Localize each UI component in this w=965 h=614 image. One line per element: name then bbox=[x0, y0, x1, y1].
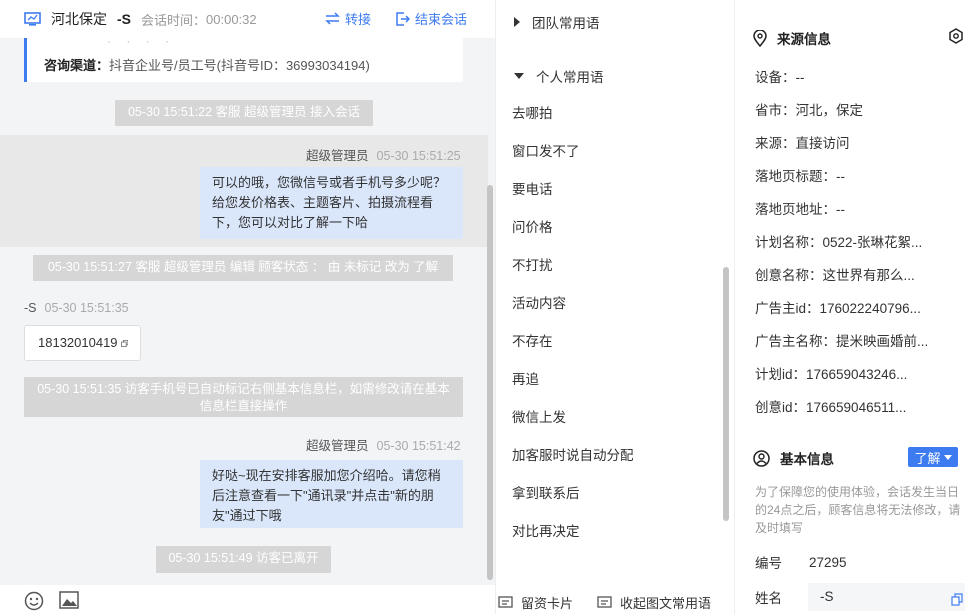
source-info-list: 设备：-- 省市：河北，保定 来源：直接访问 落地页标题：-- 落地页地址：--… bbox=[755, 66, 928, 429]
location-pin-icon bbox=[753, 29, 767, 47]
phrase-item[interactable]: 加客服时说自动分配 bbox=[512, 447, 634, 485]
info-plan-name: 计划名称：0522-张琳花絮... bbox=[755, 235, 923, 250]
agent-message-bubble: 可以的哦，您微信号或者手机号多少呢？给您发价格表、主题客片、拍摄流程看下，您可以… bbox=[200, 167, 463, 239]
message-time: 05-30 15:51:25 bbox=[376, 149, 461, 163]
visitor-location: 河北保定 bbox=[51, 11, 107, 27]
session-timer: 00:00:32 bbox=[206, 11, 257, 27]
user-icon bbox=[753, 449, 770, 467]
message-meta: -S 05-30 15:51:35 bbox=[24, 301, 129, 315]
quick-phrases-pane: 团队常用语 个人常用语 去哪拍 窗口发不了 要电话 问价格 不打扰 活动内容 不… bbox=[495, 0, 735, 614]
chat-input-toolbar bbox=[0, 585, 495, 614]
phrase-item[interactable]: 不存在 bbox=[512, 333, 634, 371]
basic-info-label: 基本信息 bbox=[780, 452, 834, 467]
phone-number: 18132010419 bbox=[38, 335, 118, 350]
phrase-scrollbar[interactable] bbox=[723, 267, 729, 521]
sender-name: 超级管理员 bbox=[306, 149, 369, 163]
edit-notice: 为了保障您的使用体验，会话发生当日的24点之后，顾客信息将无法修改，请及时填写 bbox=[755, 485, 961, 535]
lead-card-button[interactable]: 留资卡片 bbox=[498, 593, 573, 612]
phrase-item[interactable]: 拿到联系后 bbox=[512, 485, 634, 523]
message-meta: 超级管理员 05-30 15:51:25 bbox=[306, 145, 461, 164]
chat-workspace: 河北保定 -S 会话时间： 00:00:32 转接 结束会话 · · · · 咨… bbox=[0, 0, 965, 614]
info-advertiser-name: 广告主名称：提米映画婚前... bbox=[755, 334, 929, 349]
team-phrases-label: 团队常用语 bbox=[532, 16, 600, 31]
system-message: 05-30 15:51:22 客服 超级管理员 接入会话 bbox=[115, 100, 373, 126]
chevron-down-icon bbox=[943, 454, 952, 460]
customer-id-label: 编号 bbox=[755, 556, 782, 571]
system-message: 05-30 15:51:35 访客手机号已自动标记右侧基本信息栏，如需修改请在基… bbox=[24, 377, 463, 417]
system-message: 05-30 15:51:27 客服 超级管理员 编辑 顾客状态 ： 由 未标记 … bbox=[33, 255, 453, 281]
collapse-phrases-label: 收起图文常用语 bbox=[620, 595, 712, 611]
settings-icon[interactable] bbox=[949, 28, 963, 44]
sender-name: 超级管理员 bbox=[306, 439, 369, 453]
phrase-item[interactable]: 不打扰 bbox=[512, 257, 634, 295]
phrase-item[interactable]: 问价格 bbox=[512, 219, 634, 257]
agent-message-bubble: 好哒~现在安排客服加您介绍哈。请您稍后注意查看一下"通讯录"并点击"新的朋友"通… bbox=[200, 460, 463, 528]
visitor-info-pane: 来源信息 设备：-- 省市：河北，保定 来源：直接访问 落地页标题：-- 落地页… bbox=[735, 0, 965, 614]
collapse-phrases-button[interactable]: 收起图文常用语 bbox=[597, 593, 711, 612]
card-icon bbox=[498, 596, 513, 608]
message-meta: 超级管理员 05-30 15:51:42 bbox=[306, 435, 461, 454]
info-landing-title: 落地页标题：-- bbox=[755, 169, 845, 184]
lead-card-label: 留资卡片 bbox=[521, 595, 574, 611]
phrase-item[interactable]: 窗口发不了 bbox=[512, 143, 634, 181]
system-message: 05-30 15:51:49 访客已离开 bbox=[156, 546, 331, 573]
image-icon[interactable] bbox=[59, 591, 79, 609]
team-phrases-group[interactable]: 团队常用语 bbox=[514, 12, 600, 32]
basic-info-title: 基本信息 bbox=[753, 448, 834, 468]
end-session-button[interactable]: 结束会话 bbox=[396, 9, 467, 28]
phrase-item[interactable]: 再追 bbox=[512, 371, 634, 409]
consult-channel-row: 咨询渠道：抖音企业号/员工号(抖音号ID：36993034194) bbox=[44, 55, 370, 74]
phrase-item[interactable]: 对比再决定 bbox=[512, 523, 634, 561]
chat-pane: 河北保定 -S 会话时间： 00:00:32 转接 结束会话 · · · · 咨… bbox=[0, 0, 495, 614]
consult-channel-label: 咨询渠道： bbox=[44, 58, 110, 73]
personal-phrases-group[interactable]: 个人常用语 bbox=[514, 66, 604, 86]
transfer-button[interactable]: 转接 bbox=[325, 9, 371, 28]
info-region: 省市：河北，保定 bbox=[755, 103, 863, 118]
customer-id-field: 编号 27295 bbox=[755, 552, 847, 572]
info-creative-id: 创意id：176659046511... bbox=[755, 400, 907, 415]
transfer-icon bbox=[325, 12, 340, 25]
copy-icon[interactable] bbox=[120, 337, 128, 350]
card-icon bbox=[597, 596, 612, 608]
caret-down-icon bbox=[514, 73, 524, 79]
message-time: 05-30 15:51:35 bbox=[44, 301, 129, 315]
source-info-label: 来源信息 bbox=[777, 32, 831, 47]
copy-icon[interactable] bbox=[951, 593, 963, 606]
sender-name: -S bbox=[24, 301, 37, 315]
customer-id-value: 27295 bbox=[809, 554, 847, 570]
phrase-item[interactable]: 要电话 bbox=[512, 181, 634, 219]
exit-icon bbox=[396, 11, 410, 26]
consult-channel-value: 抖音企业号/员工号(抖音号ID：36993034194) bbox=[109, 58, 370, 73]
info-creative-name: 创意名称：这世界有那么... bbox=[755, 268, 915, 283]
phrase-list: 去哪拍 窗口发不了 要电话 问价格 不打扰 活动内容 不存在 再追 微信上发 加… bbox=[512, 105, 634, 561]
phrase-footer: 留资卡片 收起图文常用语 bbox=[496, 590, 736, 614]
info-device: 设备：-- bbox=[755, 70, 805, 85]
transfer-label: 转接 bbox=[345, 12, 372, 27]
chat-header: 河北保定 -S 会话时间： 00:00:32 转接 结束会话 bbox=[0, 0, 495, 38]
customer-status-dropdown[interactable]: 了解 bbox=[908, 447, 958, 467]
caret-right-icon bbox=[514, 17, 520, 27]
customer-name-field: 姓名 -S bbox=[755, 583, 965, 611]
customer-name-label: 姓名 bbox=[755, 591, 782, 606]
info-plan-id: 计划id：176659043246... bbox=[755, 367, 908, 382]
visitor-name: -S bbox=[117, 11, 131, 27]
personal-phrases-label: 个人常用语 bbox=[536, 70, 604, 85]
consult-channel-card: · · · · 咨询渠道：抖音企业号/员工号(抖音号ID：36993034194… bbox=[24, 34, 463, 82]
info-advertiser-id: 广告主id：176022240796... bbox=[755, 301, 921, 316]
phrase-item[interactable]: 去哪拍 bbox=[512, 105, 634, 143]
chat-scrollbar[interactable] bbox=[487, 185, 493, 580]
customer-name-input[interactable]: -S bbox=[808, 583, 965, 611]
customer-status-value: 了解 bbox=[914, 450, 941, 466]
info-landing-url: 落地页地址：-- bbox=[755, 202, 845, 217]
monitor-icon bbox=[24, 12, 41, 26]
info-source: 来源：直接访问 bbox=[755, 136, 850, 151]
phrase-item[interactable]: 活动内容 bbox=[512, 295, 634, 333]
end-session-label: 结束会话 bbox=[415, 12, 468, 27]
phrase-item[interactable]: 微信上发 bbox=[512, 409, 634, 447]
visitor-message-bubble: 18132010419 bbox=[24, 325, 141, 361]
message-time: 05-30 15:51:42 bbox=[376, 439, 461, 453]
source-info-title: 来源信息 bbox=[753, 28, 831, 48]
session-timer-label: 会话时间： bbox=[141, 12, 207, 28]
emoji-icon[interactable] bbox=[24, 591, 44, 611]
